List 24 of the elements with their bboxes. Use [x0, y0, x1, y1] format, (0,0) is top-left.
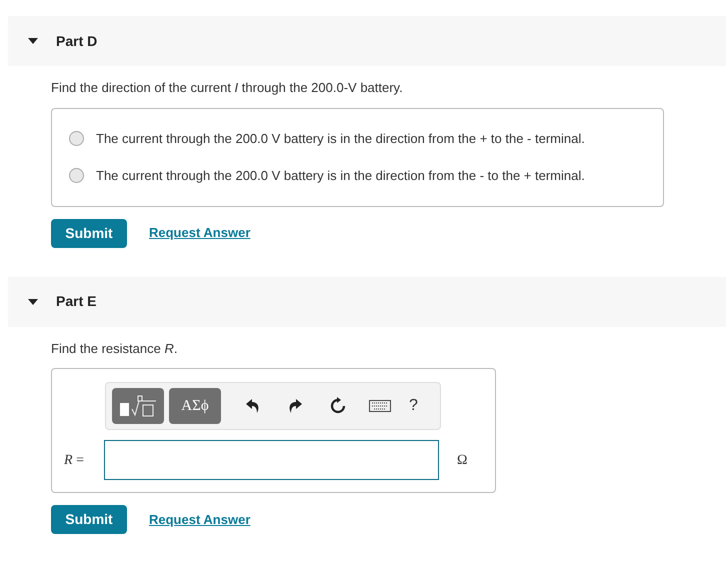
- submit-button[interactable]: Submit: [51, 505, 127, 534]
- question-text: Find the direction of the current I through the 200.0-V battery.: [50, 79, 404, 97]
- question-text: Find the resistance R.: [50, 340, 178, 358]
- keyboard-icon[interactable]: [369, 400, 391, 412]
- submit-button[interactable]: Submit: [51, 218, 127, 248]
- template-button[interactable]: [112, 388, 164, 424]
- variable-label: R =: [64, 452, 85, 470]
- unit-label: Ω: [457, 452, 468, 470]
- option-label: The current through the 200.0 V battery is in the direction from the - to the + terminal.: [96, 167, 585, 185]
- part-header[interactable]: Part E: [8, 276, 726, 326]
- part-title: Part D: [56, 32, 98, 50]
- radio-button[interactable]: [69, 168, 84, 184]
- option-label: The current through the 200.0 V battery is in the direction from the + to the - terminal.: [96, 130, 585, 148]
- part-title: Part E: [56, 292, 96, 311]
- radio-button[interactable]: [69, 130, 84, 146]
- symbols-button[interactable]: ΑΣϕ: [169, 388, 221, 424]
- answer-field[interactable]: [104, 440, 439, 480]
- redo-icon[interactable]: [287, 398, 303, 414]
- request-answer-link[interactable]: Request Answer: [149, 223, 250, 243]
- part-header[interactable]: Part D: [8, 16, 726, 66]
- refresh-icon[interactable]: [329, 397, 347, 415]
- help-button[interactable]: ?: [409, 394, 418, 418]
- undo-icon[interactable]: [245, 398, 261, 414]
- request-answer-link[interactable]: Request Answer: [149, 510, 250, 530]
